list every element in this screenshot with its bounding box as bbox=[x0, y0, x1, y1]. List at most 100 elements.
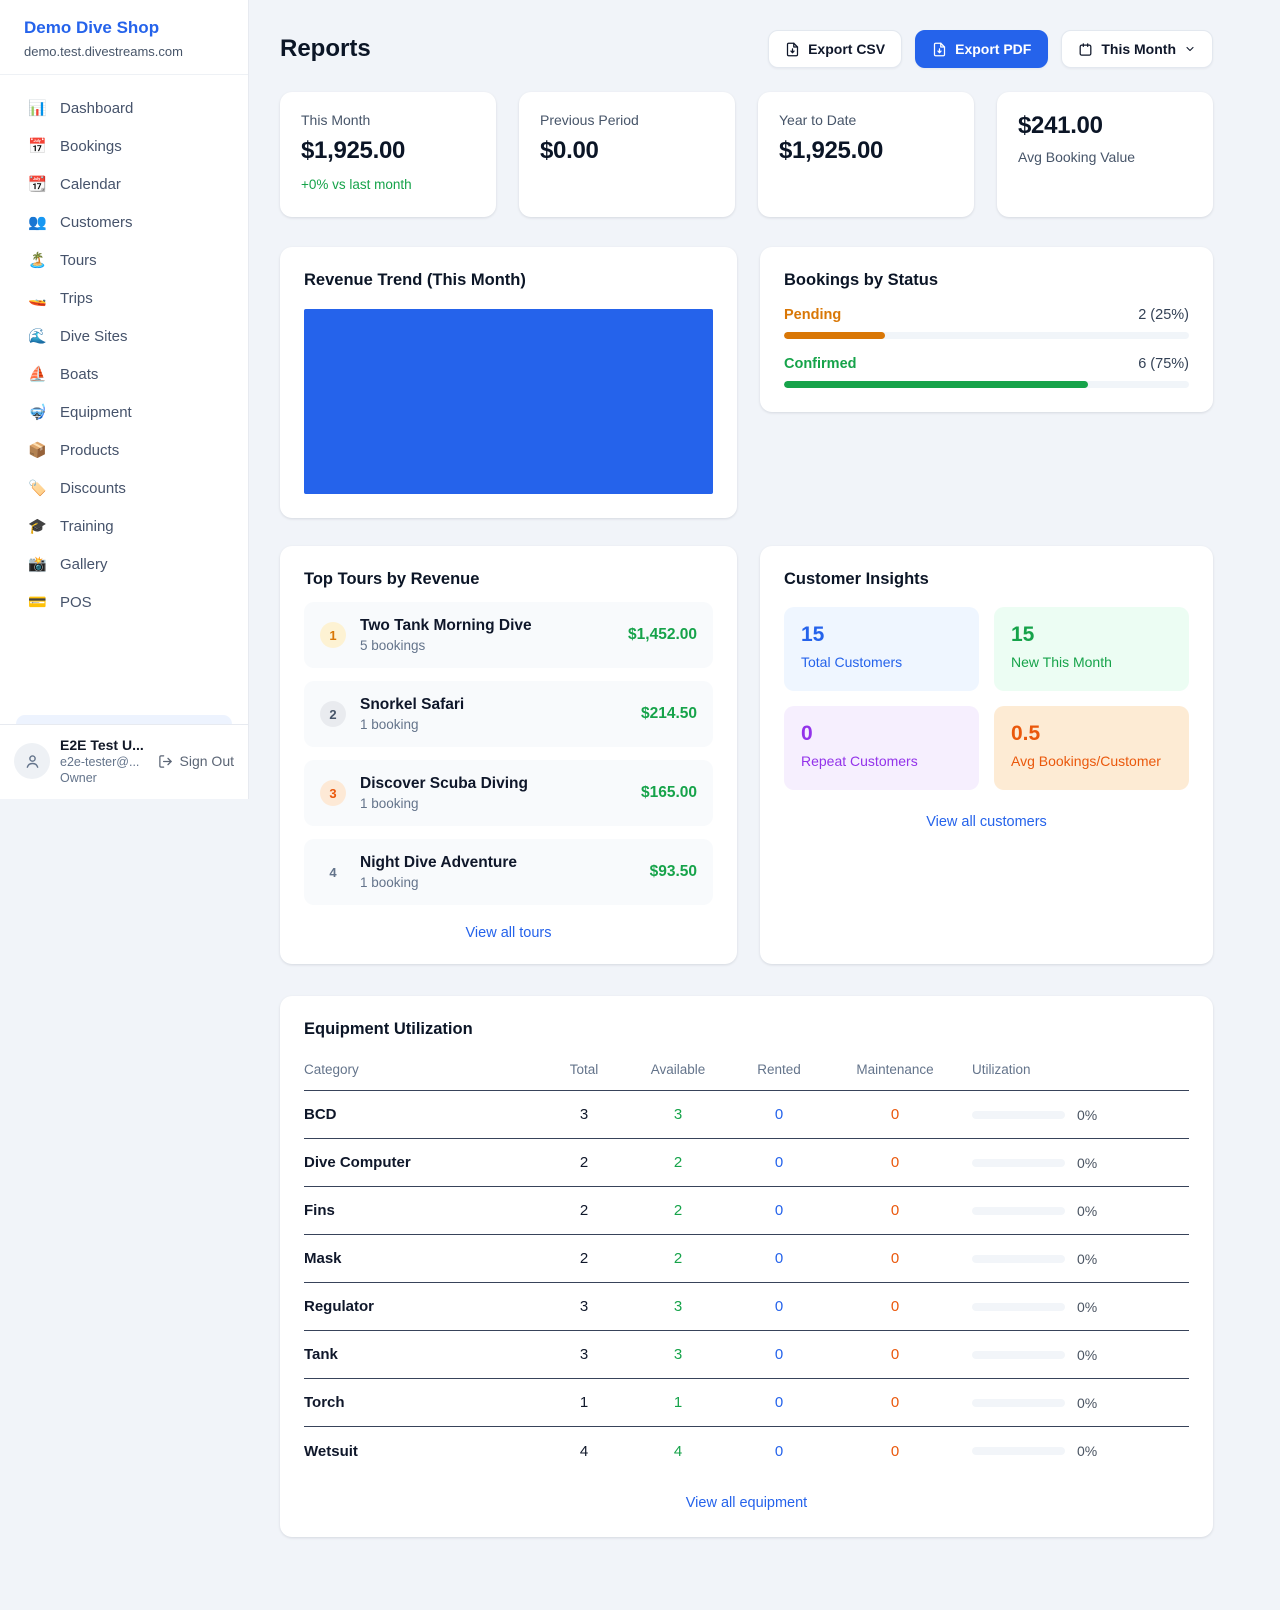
equipment-maintenance: 0 bbox=[830, 1250, 960, 1267]
export-pdf-button[interactable]: Export PDF bbox=[915, 30, 1048, 68]
equipment-available: 2 bbox=[628, 1154, 728, 1171]
sidebar-item-dashboard[interactable]: 📊 Dashboard bbox=[12, 89, 236, 127]
bookings-by-status-card: Bookings by Status Pending 2 (25%) Confi… bbox=[760, 247, 1213, 412]
equipment-available: 3 bbox=[628, 1298, 728, 1315]
sidebar-item-label: POS bbox=[60, 594, 92, 611]
tear-off-calendar-icon: 📆 bbox=[28, 175, 47, 193]
equipment-category: Regulator bbox=[304, 1298, 540, 1315]
sign-out-button[interactable]: Sign Out bbox=[158, 753, 234, 769]
card-title: Equipment Utilization bbox=[304, 1020, 1189, 1039]
equipment-total: 1 bbox=[540, 1394, 628, 1411]
sidebar-item-training[interactable]: 🎓 Training bbox=[12, 507, 236, 545]
tour-bookings: 5 bookings bbox=[360, 638, 614, 653]
utilization-percent: 0% bbox=[1077, 1155, 1097, 1171]
stat-card-previous-period: Previous Period $0.00 bbox=[519, 92, 735, 217]
utilization-percent: 0% bbox=[1077, 1347, 1097, 1363]
island-icon: 🏝️ bbox=[28, 251, 47, 269]
utilization-percent: 0% bbox=[1077, 1443, 1097, 1459]
sidebar-item-discounts[interactable]: 🏷️ Discounts bbox=[12, 469, 236, 507]
sidebar-item-gallery[interactable]: 📸 Gallery bbox=[12, 545, 236, 583]
package-icon: 📦 bbox=[28, 441, 47, 459]
sidebar-item-tours[interactable]: 🏝️ Tours bbox=[12, 241, 236, 279]
view-all-tours-link[interactable]: View all tours bbox=[304, 925, 713, 941]
stat-delta: +0% vs last month bbox=[301, 177, 475, 192]
sidebar-item-products[interactable]: 📦 Products bbox=[12, 431, 236, 469]
rank-badge: 3 bbox=[320, 780, 346, 806]
sidebar-item-bookings[interactable]: 📅 Bookings bbox=[12, 127, 236, 165]
utilization-percent: 0% bbox=[1077, 1107, 1097, 1123]
card-title: Bookings by Status bbox=[784, 271, 1189, 290]
equipment-rented: 0 bbox=[728, 1346, 830, 1363]
equipment-total: 2 bbox=[540, 1202, 628, 1219]
progress-track bbox=[784, 381, 1189, 388]
sidebar-item-dive-sites[interactable]: 🌊 Dive Sites bbox=[12, 317, 236, 355]
period-dropdown[interactable]: This Month bbox=[1061, 30, 1213, 68]
chevron-down-icon bbox=[1184, 43, 1196, 55]
equipment-maintenance: 0 bbox=[830, 1298, 960, 1315]
sidebar-item-pos[interactable]: 💳 POS bbox=[12, 583, 236, 621]
view-all-customers-link[interactable]: View all customers bbox=[784, 814, 1189, 830]
stat-label: Avg Booking Value bbox=[1018, 149, 1192, 165]
tour-name: Two Tank Morning Dive bbox=[360, 617, 614, 635]
sidebar-item-reports-partial[interactable] bbox=[16, 715, 232, 724]
equipment-category: Fins bbox=[304, 1202, 540, 1219]
column-header: Total bbox=[540, 1062, 628, 1077]
column-header: Utilization bbox=[960, 1062, 1189, 1077]
list-item: 4 Night Dive Adventure 1 booking $93.50 bbox=[304, 839, 713, 905]
status-label: Confirmed bbox=[784, 356, 857, 372]
avatar bbox=[14, 743, 50, 779]
tag-icon: 🏷️ bbox=[28, 479, 47, 497]
table-row: Dive Computer 2 2 0 0 0% bbox=[304, 1139, 1189, 1187]
equipment-available: 2 bbox=[628, 1250, 728, 1267]
sidebar-item-calendar[interactable]: 📆 Calendar bbox=[12, 165, 236, 203]
utilization-bar bbox=[972, 1399, 1065, 1407]
people-icon: 👥 bbox=[28, 213, 47, 231]
table-row: Torch 1 1 0 0 0% bbox=[304, 1379, 1189, 1427]
sidebar-item-label: Products bbox=[60, 442, 119, 459]
shop-domain: demo.test.divestreams.com bbox=[24, 44, 224, 59]
sidebar-item-label: Dashboard bbox=[60, 100, 133, 117]
tile-value: 15 bbox=[1011, 623, 1172, 647]
main-content: Reports Export CSV Export PDF This Month bbox=[280, 0, 1213, 1537]
column-header: Category bbox=[304, 1062, 540, 1077]
column-header: Available bbox=[628, 1062, 728, 1077]
tile-new-this-month: 15 New This Month bbox=[994, 607, 1189, 691]
sidebar-item-boats[interactable]: ⛵ Boats bbox=[12, 355, 236, 393]
column-header: Maintenance bbox=[830, 1062, 960, 1077]
stat-card-avg-booking-value: $241.00 Avg Booking Value bbox=[997, 92, 1213, 217]
sidebar-item-equipment[interactable]: 🤿 Equipment bbox=[12, 393, 236, 431]
progress-fill bbox=[784, 332, 885, 339]
progress-fill bbox=[784, 381, 1088, 388]
card-title: Revenue Trend (This Month) bbox=[304, 271, 713, 290]
tile-label: Avg Bookings/Customer bbox=[1011, 753, 1172, 769]
file-download-icon bbox=[785, 42, 800, 57]
utilization-percent: 0% bbox=[1077, 1203, 1097, 1219]
insights-row: Top Tours by Revenue 1 Two Tank Morning … bbox=[280, 546, 1213, 964]
speedboat-icon: 🚤 bbox=[28, 289, 47, 307]
sidebar-item-customers[interactable]: 👥 Customers bbox=[12, 203, 236, 241]
equipment-total: 3 bbox=[540, 1346, 628, 1363]
equipment-total: 3 bbox=[540, 1106, 628, 1123]
view-all-equipment-link[interactable]: View all equipment bbox=[304, 1495, 1189, 1511]
list-item: 1 Two Tank Morning Dive 5 bookings $1,45… bbox=[304, 602, 713, 668]
tour-name: Discover Scuba Diving bbox=[360, 775, 627, 793]
stat-value: $1,925.00 bbox=[301, 137, 475, 165]
equipment-category: Tank bbox=[304, 1346, 540, 1363]
sidebar-item-label: Gallery bbox=[60, 556, 108, 573]
sidebar-item-label: Equipment bbox=[60, 404, 132, 421]
tile-label: New This Month bbox=[1011, 654, 1172, 670]
insight-tiles: 15 Total Customers 15 New This Month 0 R… bbox=[784, 607, 1189, 790]
equipment-category: BCD bbox=[304, 1106, 540, 1123]
equipment-rented: 0 bbox=[728, 1250, 830, 1267]
equipment-category: Torch bbox=[304, 1394, 540, 1411]
utilization-bar bbox=[972, 1255, 1065, 1263]
export-csv-button[interactable]: Export CSV bbox=[768, 30, 902, 68]
stat-cards: This Month $1,925.00 +0% vs last month P… bbox=[280, 92, 1213, 217]
equipment-maintenance: 0 bbox=[830, 1394, 960, 1411]
utilization-bar bbox=[972, 1351, 1065, 1359]
credit-card-icon: 💳 bbox=[28, 593, 47, 611]
table-row: Tank 3 3 0 0 0% bbox=[304, 1331, 1189, 1379]
equipment-rented: 0 bbox=[728, 1298, 830, 1315]
sidebar-item-trips[interactable]: 🚤 Trips bbox=[12, 279, 236, 317]
equipment-rented: 0 bbox=[728, 1106, 830, 1123]
